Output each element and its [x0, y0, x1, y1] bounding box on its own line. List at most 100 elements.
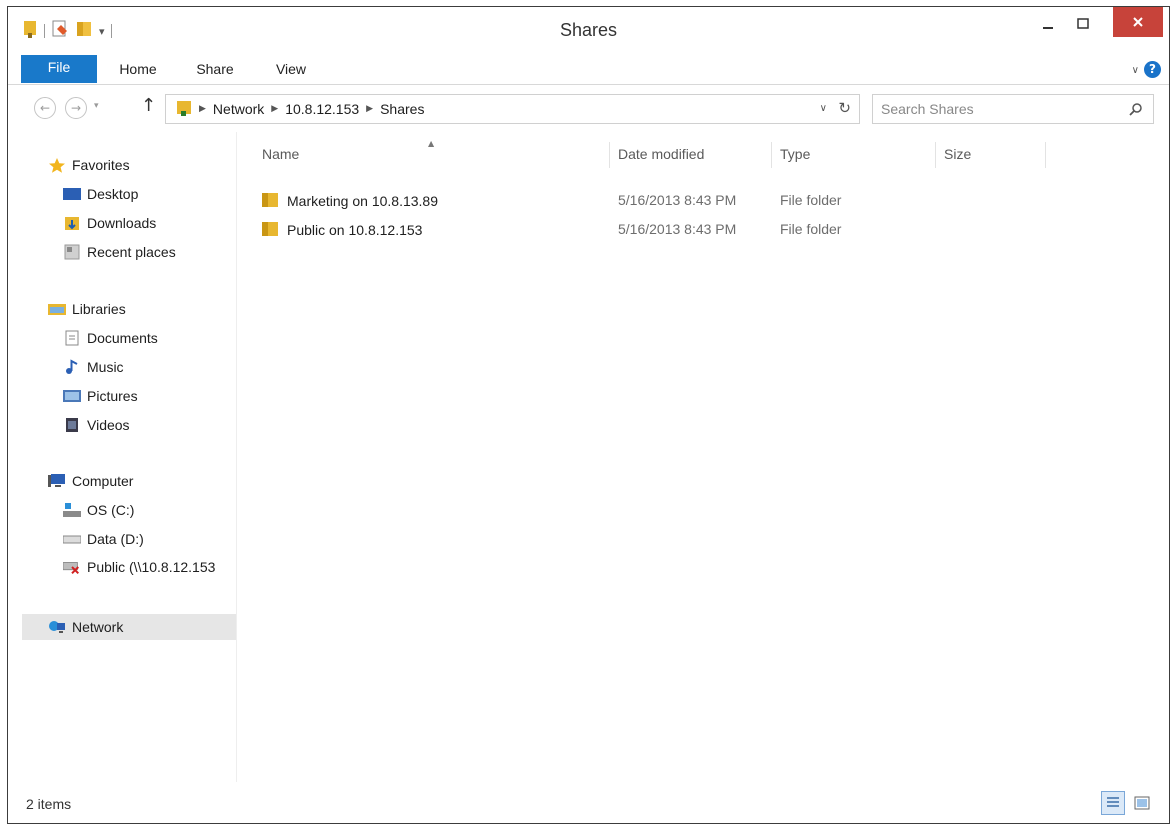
folder-icon [261, 219, 279, 240]
network-icon [48, 619, 66, 635]
nav-downloads-label: Downloads [87, 215, 157, 231]
column-divider[interactable] [935, 142, 936, 168]
maximize-button[interactable] [1067, 7, 1099, 40]
refresh-icon[interactable]: ↻ [838, 99, 851, 117]
nav-computer[interactable]: Computer [8, 468, 237, 494]
search-icon[interactable] [1129, 101, 1143, 120]
recent-locations-icon[interactable]: ▾ [94, 101, 99, 111]
tab-file[interactable]: File [21, 55, 97, 83]
breadcrumb-host[interactable]: 10.8.12.153 [285, 101, 359, 117]
nav-pictures-label: Pictures [87, 388, 138, 404]
column-divider[interactable] [609, 142, 610, 168]
address-dropdown-icon[interactable]: ∨ [820, 103, 827, 114]
desktop-icon [63, 186, 81, 202]
up-arrow-icon[interactable]: ↑ [141, 95, 156, 116]
help-icon[interactable]: ? [1144, 61, 1161, 78]
file-name-cell: Public on 10.8.12.153 [261, 219, 422, 240]
nav-videos-label: Videos [87, 417, 130, 433]
minimize-button[interactable] [1033, 7, 1063, 40]
large-icons-view-icon[interactable] [1133, 794, 1151, 812]
ribbon-tabs: File Home Share View ∨ ? [8, 53, 1169, 85]
nav-libraries-label: Libraries [72, 301, 126, 317]
documents-icon [63, 330, 81, 346]
nav-drive-d[interactable]: Data (D:) [8, 526, 237, 552]
back-button[interactable]: ← [34, 97, 56, 119]
tab-home[interactable]: Home [113, 56, 163, 82]
breadcrumb-separator-icon[interactable]: ▶ [199, 104, 206, 114]
nav-drive-c[interactable]: OS (C:) [8, 497, 237, 523]
nav-public-share[interactable]: Public (\\10.8.12.153 [8, 554, 237, 580]
breadcrumb-network[interactable]: Network [213, 101, 264, 117]
nav-desktop[interactable]: Desktop [8, 181, 237, 207]
nav-pictures[interactable]: Pictures [8, 383, 237, 409]
nav-favorites-label: Favorites [72, 157, 130, 173]
breadcrumb-shares[interactable]: Shares [380, 101, 424, 117]
file-date: 5/16/2013 8:43 PM [618, 192, 737, 208]
nav-documents-label: Documents [87, 330, 158, 346]
nav-downloads[interactable]: Downloads [8, 210, 237, 236]
title-bar: ▾ Shares [8, 7, 1169, 52]
nav-desktop-label: Desktop [87, 186, 139, 202]
forward-button[interactable]: → [65, 97, 87, 119]
location-folder-icon [176, 98, 192, 120]
nav-recent-places[interactable]: Recent places [8, 239, 237, 265]
breadcrumb-separator-icon[interactable]: ▶ [366, 104, 373, 114]
nav-recent-places-label: Recent places [87, 244, 176, 260]
system-drive-icon [63, 502, 81, 518]
column-header-type[interactable]: Type [780, 146, 810, 174]
close-button[interactable] [1113, 7, 1163, 37]
nav-public-share-label: Public (\\10.8.12.153 [87, 559, 216, 575]
expand-ribbon-icon[interactable]: ∨ [1132, 65, 1139, 76]
search-box[interactable] [872, 94, 1154, 124]
drive-icon [63, 531, 81, 547]
computer-icon [48, 473, 66, 489]
window-title: Shares [559, 20, 618, 40]
tab-share[interactable]: Share [190, 56, 240, 82]
videos-icon [63, 417, 81, 433]
folder-icon [261, 190, 279, 211]
nav-drive-c-label: OS (C:) [87, 502, 135, 518]
file-date: 5/16/2013 8:43 PM [618, 221, 737, 237]
file-name-cell: Marketing on 10.8.13.89 [261, 190, 438, 211]
status-bar: 2 items [8, 785, 1169, 823]
file-name: Public on 10.8.12.153 [287, 221, 423, 238]
nav-network-label: Network [72, 619, 124, 635]
navigation-pane: Favorites Desktop Downloads Recent place… [8, 132, 237, 782]
nav-music-label: Music [87, 359, 124, 375]
file-row[interactable]: Public on 10.8.12.153 5/16/2013 8:43 PM … [261, 217, 861, 243]
nav-music[interactable]: Music [8, 354, 237, 380]
nav-documents[interactable]: Documents [8, 325, 237, 351]
sort-ascending-icon: ▲ [428, 139, 435, 148]
star-icon [48, 157, 66, 173]
file-list: ▲ Name Date modified Type Size Marketing… [237, 132, 1169, 782]
item-count: 2 items [26, 796, 72, 812]
search-input[interactable] [881, 100, 1111, 118]
column-header-name[interactable]: Name [262, 146, 299, 174]
explorer-window: ▾ Shares File Home Share View ∨ ? ← → ▾ … [7, 6, 1170, 824]
column-header-size[interactable]: Size [944, 146, 971, 174]
libraries-icon [48, 301, 66, 317]
nav-network[interactable]: Network [22, 614, 236, 640]
column-header-date-modified[interactable]: Date modified [618, 146, 704, 174]
nav-computer-label: Computer [72, 473, 134, 489]
pictures-icon [63, 388, 81, 404]
tab-view[interactable]: View [268, 56, 314, 82]
music-icon [63, 359, 81, 375]
address-row: ← → ▾ ↑ ▶ Network ▶ 10.8.12.153 ▶ Shares… [8, 87, 1169, 129]
nav-drive-d-label: Data (D:) [87, 531, 144, 547]
nav-libraries[interactable]: Libraries [8, 296, 237, 322]
column-divider[interactable] [771, 142, 772, 168]
recent-places-icon [63, 244, 81, 260]
nav-favorites[interactable]: Favorites [8, 152, 237, 178]
file-name: Marketing on 10.8.13.89 [287, 192, 438, 209]
breadcrumb-separator-icon[interactable]: ▶ [271, 104, 278, 114]
downloads-icon [63, 215, 81, 231]
nav-videos[interactable]: Videos [8, 412, 237, 438]
address-bar[interactable]: ▶ Network ▶ 10.8.12.153 ▶ Shares ∨ ↻ [165, 94, 860, 124]
file-row[interactable]: Marketing on 10.8.13.89 5/16/2013 8:43 P… [261, 188, 861, 214]
file-type: File folder [780, 192, 842, 208]
disconnected-network-drive-icon [63, 559, 81, 575]
details-view-icon[interactable] [1101, 791, 1125, 815]
column-divider[interactable] [1045, 142, 1046, 168]
file-type: File folder [780, 221, 842, 237]
